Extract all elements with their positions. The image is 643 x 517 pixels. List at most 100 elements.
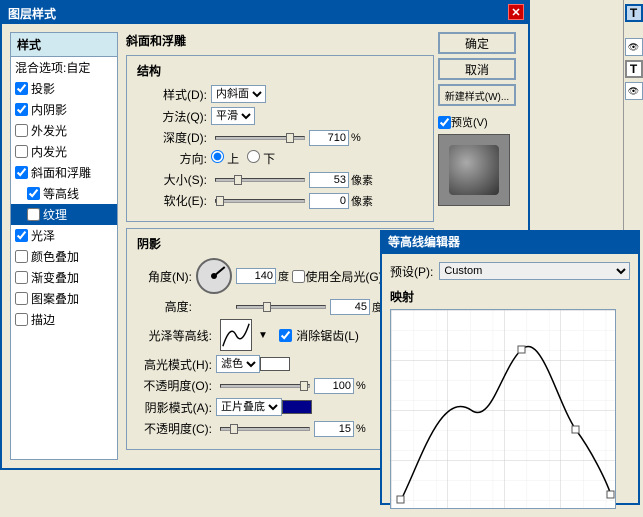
preview-checkbox[interactable]: [438, 116, 451, 129]
inner-shadow-checkbox[interactable]: [15, 103, 28, 116]
size-unit: 像素: [351, 172, 373, 188]
sidebar-item-drop-shadow[interactable]: 投影: [11, 78, 117, 99]
cancel-button[interactable]: 取消: [438, 58, 516, 80]
method-select[interactable]: 平滑: [211, 107, 255, 125]
depth-unit: %: [351, 132, 361, 144]
preview-label: 预览(V): [451, 114, 488, 130]
mapping-label: 映射: [390, 288, 630, 305]
sidebar-item-stroke[interactable]: 描边: [11, 309, 117, 330]
outer-glow-checkbox[interactable]: [15, 124, 28, 137]
angle-input[interactable]: [236, 268, 276, 284]
structure-title: 结构: [137, 62, 423, 79]
sidebar-item-contour[interactable]: 等高线: [11, 183, 117, 204]
depth-slider[interactable]: [215, 136, 305, 140]
altitude-label: 高度:: [137, 298, 192, 315]
sidebar-item-texture[interactable]: 纹理: [11, 204, 117, 225]
color-overlay-checkbox[interactable]: [15, 250, 28, 263]
highlight-opacity-label: 不透明度(O):: [137, 377, 212, 394]
texture-checkbox[interactable]: [27, 208, 40, 221]
preview-icon: [449, 145, 499, 195]
anti-alias-checkbox[interactable]: [279, 329, 292, 342]
gloss-contour-thumb[interactable]: [220, 319, 252, 351]
cp2[interactable]: [518, 346, 525, 353]
altitude-input[interactable]: [330, 299, 370, 315]
contour-checkbox[interactable]: [27, 187, 40, 200]
style-row: 样式(D): 内斜面: [137, 85, 423, 103]
tool-T-top[interactable]: T: [625, 4, 643, 22]
close-button[interactable]: ✕: [508, 4, 524, 20]
sidebar-item-pattern-overlay[interactable]: 图案叠加: [11, 288, 117, 309]
styles-panel: 样式 混合选项:自定 投影 内阴影 外发光 内发光 斜面和浮雕 等高线: [10, 32, 118, 460]
sidebar-item-blend[interactable]: 混合选项:自定: [11, 57, 117, 78]
soften-unit: 像素: [351, 193, 373, 209]
stroke-checkbox[interactable]: [15, 313, 28, 326]
shadow-color-swatch[interactable]: [282, 400, 312, 414]
gradient-overlay-checkbox[interactable]: [15, 271, 28, 284]
sidebar-item-bevel[interactable]: 斜面和浮雕: [11, 162, 117, 183]
bevel-section-title: 斜面和浮雕: [126, 32, 434, 49]
structure-section: 结构 样式(D): 内斜面 方法(Q): 平滑 深度(D):: [126, 55, 434, 222]
highlight-opacity-input[interactable]: [314, 378, 354, 394]
highlight-opacity-slider[interactable]: [220, 384, 310, 388]
sidebar-item-satin[interactable]: 光泽: [11, 225, 117, 246]
sidebar-item-outer-glow[interactable]: 外发光: [11, 120, 117, 141]
styles-panel-title: 样式: [11, 33, 117, 57]
inner-glow-checkbox[interactable]: [15, 145, 28, 158]
contour-arrow: ▼: [258, 330, 268, 341]
size-input[interactable]: [309, 172, 349, 188]
style-label: 样式(D):: [137, 86, 207, 103]
gloss-label: 光泽等高线:: [137, 327, 212, 344]
drop-shadow-checkbox[interactable]: [15, 82, 28, 95]
depth-input[interactable]: [309, 130, 349, 146]
cp1[interactable]: [397, 496, 404, 503]
style-select[interactable]: 内斜面: [211, 85, 266, 103]
size-slider[interactable]: [215, 178, 305, 182]
preset-row: 预设(P): Custom: [390, 262, 630, 280]
dialog-title: 图层样式: [8, 5, 56, 22]
angle-unit: 度: [278, 268, 289, 284]
dir-up-radio[interactable]: [211, 150, 224, 163]
sidebar-item-color-overlay[interactable]: 颜色叠加: [11, 246, 117, 267]
cp3[interactable]: [572, 426, 579, 433]
dir-down-radio[interactable]: [247, 150, 260, 163]
global-light-label: 使用全局光(G): [305, 268, 382, 285]
cp4[interactable]: [607, 491, 614, 498]
bevel-checkbox[interactable]: [15, 166, 28, 179]
soften-slider[interactable]: [215, 199, 305, 203]
preset-label: 预设(P):: [390, 263, 433, 280]
tool-eye-2[interactable]: 👁: [625, 82, 643, 100]
ok-button[interactable]: 确定: [438, 32, 516, 54]
highlight-mode-select[interactable]: 滤色: [216, 355, 260, 373]
title-bar: 图层样式 ✕: [2, 2, 528, 24]
sidebar-item-inner-shadow[interactable]: 内阴影: [11, 99, 117, 120]
pattern-overlay-checkbox[interactable]: [15, 292, 28, 305]
method-label: 方法(Q):: [137, 108, 207, 125]
tool-eye-1[interactable]: 👁: [625, 38, 643, 56]
highlight-color-swatch[interactable]: [260, 357, 290, 371]
preset-select[interactable]: Custom: [439, 262, 630, 280]
soften-row: 软化(E): 像素: [137, 192, 423, 209]
global-light-checkbox[interactable]: [292, 270, 305, 283]
soften-label: 软化(E):: [137, 192, 207, 209]
highlight-label: 高光模式(H):: [137, 356, 212, 373]
preview-box: [438, 134, 510, 206]
altitude-slider[interactable]: [236, 305, 326, 309]
new-style-button[interactable]: 新建样式(W)...: [438, 84, 516, 106]
contour-editor-body: 预设(P): Custom 映射: [382, 254, 638, 517]
anti-alias-label: 消除锯齿(L): [296, 327, 359, 344]
shadow-mode-select[interactable]: 正片叠底: [216, 398, 282, 416]
satin-checkbox[interactable]: [15, 229, 28, 242]
contour-editor-dialog: 等高线编辑器 预设(P): Custom 映射: [380, 230, 640, 505]
dir-up-label: 上: [211, 150, 239, 167]
angle-wheel[interactable]: [196, 258, 232, 294]
soften-input[interactable]: [309, 193, 349, 209]
mapping-grid: [391, 310, 616, 509]
sidebar-item-gradient-overlay[interactable]: 渐变叠加: [11, 267, 117, 288]
mapping-area[interactable]: [390, 309, 616, 509]
shadow-opacity-input[interactable]: [314, 421, 354, 437]
contour-editor-title: 等高线编辑器: [388, 232, 460, 252]
sidebar-item-inner-glow[interactable]: 内发光: [11, 141, 117, 162]
shadow-opacity-slider[interactable]: [220, 427, 310, 431]
tool-T-mid[interactable]: T: [625, 60, 643, 78]
blend-label: 混合选项:自定: [15, 59, 90, 76]
